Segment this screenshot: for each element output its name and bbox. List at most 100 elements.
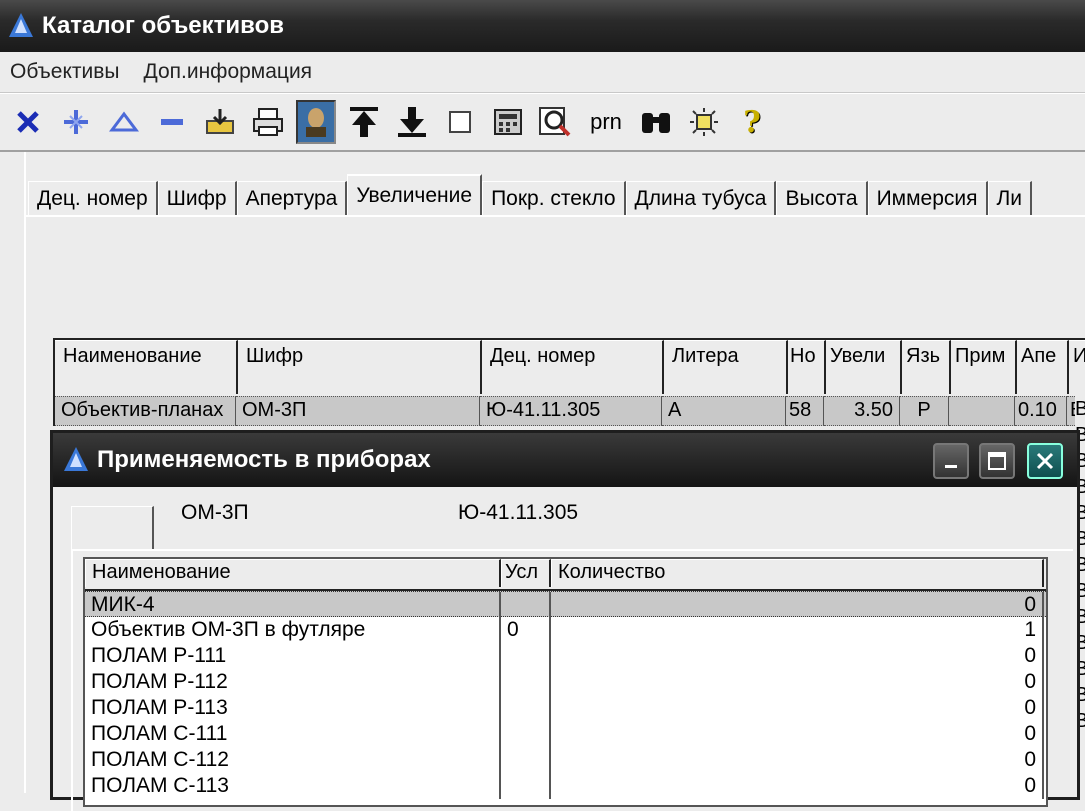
- list-item[interactable]: ПОЛАМ Р-113 0: [85, 695, 1046, 721]
- app-icon: [9, 13, 33, 37]
- grid-cell-language: Р: [900, 396, 949, 426]
- toolbar: prn ?: [0, 93, 1085, 152]
- list-cell-qty: 0: [551, 592, 1044, 618]
- grid-col-language[interactable]: Язь: [902, 340, 951, 394]
- menu-item-lenses[interactable]: Объективы: [10, 60, 120, 84]
- grid-col-dec-number[interactable]: Дец. номер: [482, 340, 664, 394]
- maximize-button[interactable]: [979, 443, 1015, 479]
- minimize-icon: [945, 465, 957, 468]
- tab-tube-length[interactable]: Длина тубуса: [625, 181, 777, 216]
- list-cell-name: ПОЛАМ Р-111: [85, 643, 501, 669]
- list-cell-name: ПОЛАМ С-113: [85, 773, 501, 799]
- list-cell-name: МИК-4: [85, 592, 501, 618]
- tab-panel-edge: [24, 215, 1085, 217]
- grid-cell-dec-number: Ю-41.11.305: [480, 396, 662, 426]
- dialog-dec-number: Ю-41.11.305: [458, 501, 579, 524]
- grid-cell-name: Объектив-планах: [55, 396, 236, 426]
- menu-item-extra-info[interactable]: Доп.информация: [144, 60, 313, 84]
- prn-button[interactable]: prn: [584, 100, 628, 144]
- grid-cell-magnification: 3.50: [824, 396, 900, 426]
- close-icon: [1036, 452, 1054, 470]
- tab-aperture[interactable]: Апертура: [236, 181, 348, 216]
- list-cell-usl: [501, 773, 551, 799]
- list-cell-name: ПОЛАМ С-111: [85, 721, 501, 747]
- tab-litera[interactable]: Ли: [987, 181, 1033, 216]
- grid-col-note[interactable]: Прим: [951, 340, 1017, 394]
- list-cell-qty: 0: [551, 695, 1044, 721]
- grid-col-name[interactable]: Наименование: [55, 340, 238, 394]
- dialog-title: Применяемость в приборах: [97, 446, 431, 473]
- lens-grid-row[interactable]: Объектив-планах ОМ-3П Ю-41.11.305 А 58 3…: [53, 396, 1085, 426]
- grid-col-code[interactable]: Шифр: [238, 340, 482, 394]
- list-cell-name: Объектив ОМ-3П в футляре: [85, 617, 501, 643]
- list-cell-usl: 0: [501, 617, 551, 643]
- dialog-lens-code: ОМ-3П: [181, 501, 249, 524]
- list-cell-usl: [501, 669, 551, 695]
- list-col-qty[interactable]: Количество: [551, 559, 1044, 587]
- list-cell-qty: 0: [551, 643, 1044, 669]
- window-title: Каталог объективов: [42, 12, 285, 39]
- sort-tabs: Дец. номер Шифр Апертура Увеличение Покр…: [28, 174, 1033, 216]
- list-item[interactable]: ПОЛАМ Р-112 0: [85, 669, 1046, 695]
- dialog-titlebar[interactable]: Применяемость в приборах: [53, 433, 1077, 487]
- grid-edge-cell: В: [1075, 398, 1085, 420]
- list-cell-qty: 0: [551, 721, 1044, 747]
- tab-dec-number[interactable]: Дец. номер: [28, 181, 158, 216]
- grid-col-no[interactable]: Но: [788, 340, 826, 394]
- light-icon[interactable]: [684, 100, 724, 144]
- portrait-icon[interactable]: [296, 100, 336, 144]
- grid-cell-no: 58: [786, 396, 824, 426]
- move-top-icon[interactable]: [344, 100, 384, 144]
- list-cell-usl: [501, 721, 551, 747]
- export-icon[interactable]: [200, 100, 240, 144]
- list-item[interactable]: ПОЛАМ Р-111 0: [85, 643, 1046, 669]
- grid-cell-note: [949, 396, 1015, 426]
- checkbox-icon[interactable]: [440, 100, 480, 144]
- list-item[interactable]: ПОЛАМ С-112 0: [85, 747, 1046, 773]
- grid-col-magnification[interactable]: Увели: [826, 340, 902, 394]
- dialog-tab[interactable]: [71, 506, 154, 551]
- move-bottom-icon[interactable]: [392, 100, 432, 144]
- print-icon[interactable]: [248, 100, 288, 144]
- list-cell-qty: 0: [551, 669, 1044, 695]
- close-button[interactable]: [1027, 443, 1063, 479]
- grid-col-aperture[interactable]: Апе: [1017, 340, 1069, 394]
- menu-bar: Объективы Доп.информация: [0, 52, 1085, 93]
- preview-icon[interactable]: [536, 100, 576, 144]
- list-item[interactable]: МИК-4 0: [85, 591, 1046, 618]
- dialog-app-icon: [64, 447, 88, 471]
- tab-magnification[interactable]: Увеличение: [347, 174, 483, 216]
- list-col-name[interactable]: Наименование: [85, 559, 501, 587]
- lens-grid-header: Наименование Шифр Дец. номер Литера Но У…: [53, 338, 1085, 398]
- insert-icon[interactable]: [56, 100, 96, 144]
- delete-icon[interactable]: [8, 100, 48, 144]
- grid-cell-aperture: 0.10: [1015, 396, 1067, 426]
- list-item[interactable]: Объектив ОМ-3П в футляре 0 1: [85, 617, 1046, 643]
- list-cell-usl: [501, 643, 551, 669]
- list-item[interactable]: ПОЛАМ С-111 0: [85, 721, 1046, 747]
- tab-height[interactable]: Высота: [776, 181, 868, 216]
- list-cell-name: ПОЛАМ С-112: [85, 747, 501, 773]
- tab-immersion[interactable]: Иммерсия: [867, 181, 988, 216]
- list-cell-name: ПОЛАМ Р-112: [85, 669, 501, 695]
- tab-code[interactable]: Шифр: [157, 181, 237, 216]
- list-cell-name: ПОЛАМ Р-113: [85, 695, 501, 721]
- minus-icon[interactable]: [152, 100, 192, 144]
- grid-cell-code: ОМ-3П: [236, 396, 480, 426]
- instruments-list-body: МИК-4 0 Объектив ОМ-3П в футляре 0 1 ПОЛАМ Р-…: [85, 591, 1046, 799]
- grid-col-i[interactable]: И: [1069, 340, 1085, 394]
- list-item[interactable]: ПОЛАМ С-113 0: [85, 773, 1046, 799]
- list-col-usl[interactable]: Усл: [501, 559, 551, 587]
- binoculars-icon[interactable]: [636, 100, 676, 144]
- applicability-dialog: Применяемость в приборах ОМ-3П Ю-41.11.3…: [50, 430, 1080, 811]
- help-icon[interactable]: ?: [732, 100, 772, 144]
- window-titlebar: Каталог объективов: [0, 0, 1085, 52]
- calculator-icon[interactable]: [488, 100, 528, 144]
- maximize-icon: [988, 452, 1006, 470]
- list-cell-qty: 0: [551, 773, 1044, 799]
- tab-cover-glass[interactable]: Покр. стекло: [482, 181, 626, 216]
- up-icon[interactable]: [104, 100, 144, 144]
- grid-col-litera[interactable]: Литера: [664, 340, 788, 394]
- instruments-list-header: Наименование Усл Количество: [85, 559, 1046, 591]
- minimize-button[interactable]: [933, 443, 969, 479]
